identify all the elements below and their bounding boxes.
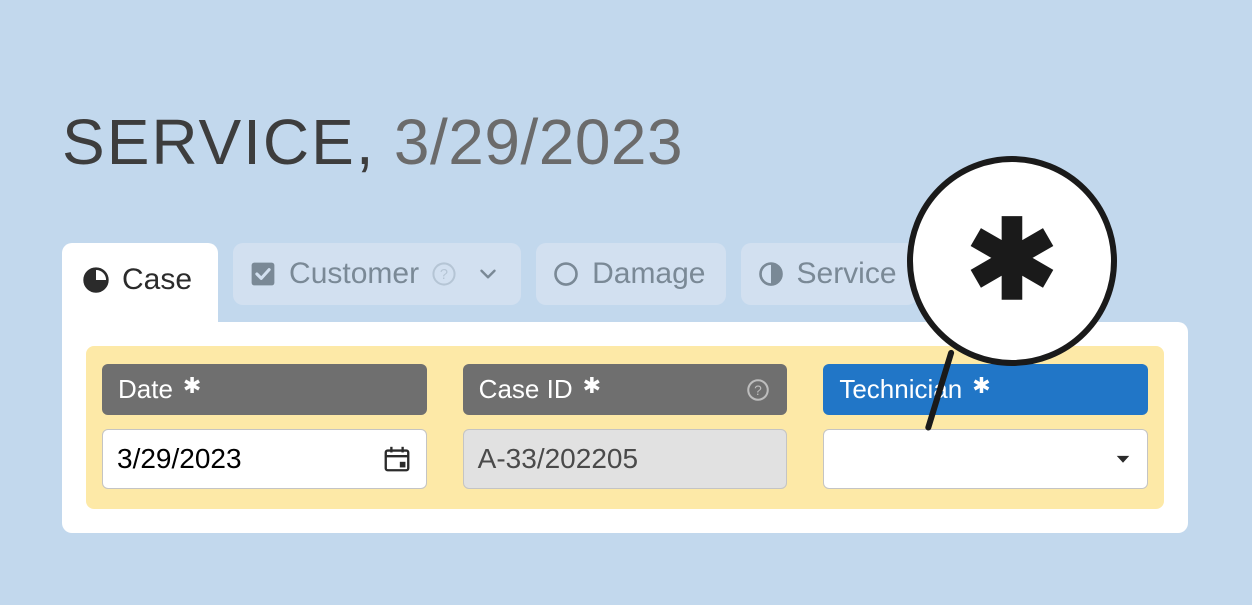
tab-case[interactable]: Case xyxy=(62,243,218,327)
field-date: Date ✱ xyxy=(102,364,427,489)
title-prefix: SERVICE, xyxy=(62,106,376,178)
required-asterisk-icon: ✱ xyxy=(972,373,990,399)
field-label-date: Date ✱ xyxy=(102,364,427,415)
tab-label: Case xyxy=(122,263,192,297)
date-input-wrap[interactable] xyxy=(102,429,427,489)
tab-label: Damage xyxy=(592,257,705,291)
field-case-id: Case ID ✱ ? A-33/202205 xyxy=(463,364,788,489)
required-asterisk-icon: ✱ xyxy=(583,373,601,399)
tab-customer[interactable]: Customer ? xyxy=(233,243,521,305)
case-id-value: A-33/202205 xyxy=(463,429,788,489)
calendar-icon[interactable] xyxy=(382,444,412,474)
svg-text:?: ? xyxy=(755,381,763,397)
required-highlight: Date ✱ Case ID ✱ xyxy=(86,346,1164,509)
field-label-case-id: Case ID ✱ ? xyxy=(463,364,788,415)
date-input[interactable] xyxy=(117,443,382,475)
help-icon[interactable]: ? xyxy=(745,377,771,403)
form-panel: Date ✱ Case ID ✱ xyxy=(62,322,1188,533)
title-date: 3/29/2023 xyxy=(394,106,683,178)
checkbox-checked-icon xyxy=(249,260,277,288)
tab-label: Customer xyxy=(289,257,419,291)
help-icon: ? xyxy=(431,261,457,287)
tab-label: Service xyxy=(797,257,897,291)
required-asterisk-icon: ✱ xyxy=(183,373,201,399)
label-text: Technician xyxy=(839,374,962,405)
field-label-technician: Technician ✱ xyxy=(823,364,1148,415)
tab-service[interactable]: Service xyxy=(741,243,917,305)
case-id-text: A-33/202205 xyxy=(478,443,638,475)
label-text: Case ID xyxy=(479,374,573,405)
chevron-down-icon xyxy=(475,261,501,287)
tabstrip: Case Customer ? Damage xyxy=(62,243,917,327)
page-title: SERVICE, 3/29/2023 xyxy=(62,105,683,179)
tab-damage[interactable]: Damage xyxy=(536,243,725,305)
circle-empty-icon xyxy=(552,260,580,288)
asterisk-icon: ✱ xyxy=(966,206,1058,316)
circle-half-icon xyxy=(757,260,785,288)
dropdown-caret-icon xyxy=(1113,449,1133,469)
svg-text:?: ? xyxy=(440,267,448,283)
field-technician: Technician ✱ xyxy=(823,364,1148,489)
pie-icon xyxy=(82,266,110,294)
label-text: Date xyxy=(118,374,173,405)
technician-select[interactable] xyxy=(823,429,1148,489)
